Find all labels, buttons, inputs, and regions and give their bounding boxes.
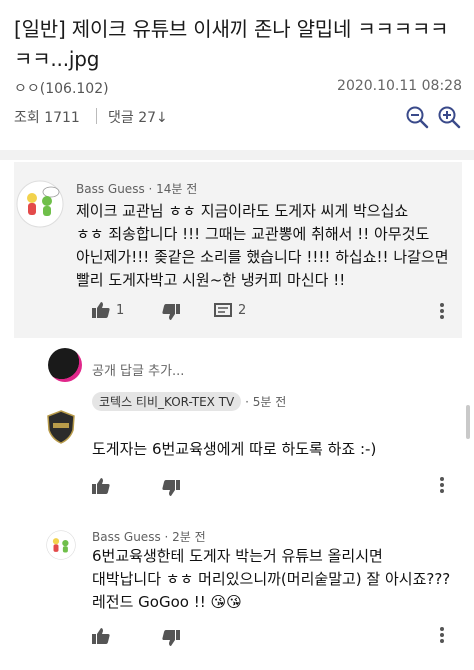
more-options-icon[interactable] — [439, 302, 445, 320]
comment-line: 6번교육생한테 도게자 박는거 유튜브 올리시면 — [92, 547, 383, 565]
comment-line: ㅎㅎ 죄송합니다 !!! 그때는 교관뽕에 취해서 !! 아무것도 — [76, 225, 430, 243]
comment-3: Bass Guess · 2분 전 6번교육생한테 도게자 박는거 유튜브 올리… — [0, 0, 474, 646]
comment-author[interactable]: Bass Guess — [76, 182, 145, 196]
thumbs-down-icon[interactable] — [162, 630, 180, 646]
thumbs-up-icon[interactable] — [92, 628, 110, 644]
like-count: 1 — [116, 303, 125, 318]
thumbs-up-icon[interactable] — [92, 302, 110, 318]
thumbs-down-icon[interactable] — [162, 304, 180, 320]
comment-line: 빨리 도게자박고 시원~한 냉커피 마신다 !! — [76, 271, 346, 289]
comment-2-text: 도게자는 6번교육생에게 따로 하도록 하죠 :-) — [92, 440, 377, 458]
channel-shield-icon[interactable] — [46, 410, 76, 444]
scrollbar-thumb[interactable] — [466, 405, 470, 439]
user-avatar — [48, 348, 82, 382]
reply-icon[interactable] — [214, 303, 232, 319]
comment-author[interactable]: Bass Guess — [92, 530, 161, 544]
comment-3-meta: Bass Guess · 2분 전 — [92, 530, 206, 544]
comment-time: 14분 전 — [156, 182, 198, 196]
comment-time: 5분 전 — [252, 395, 287, 409]
comment-line: 대박납니다 ㅎㅎ 머리있으니까(머리숱말고) 잘 아시죠??? — [92, 570, 451, 588]
comment-time: 2분 전 — [172, 530, 206, 544]
more-options-icon[interactable] — [439, 476, 445, 494]
more-options-icon[interactable] — [439, 626, 445, 644]
cartoon-avatar-icon[interactable] — [46, 530, 76, 560]
comment-3-text: 6번교육생한테 도게자 박는거 유튜브 올리시면 대박납니다 ㅎㅎ 머리있으니까… — [92, 545, 472, 614]
comment-line: 레전드 GoGoo !! 😘😘 — [92, 593, 242, 611]
cartoon-avatar-icon[interactable] — [16, 180, 64, 228]
comment-1-text: 제이크 교관님 ㅎㅎ 지금이라도 도게자 씨게 박으십쇼 ㅎㅎ 죄송합니다 !!… — [76, 200, 456, 292]
channel-badge[interactable]: 코텍스 티비_KOR-TEX TV — [92, 392, 242, 411]
comment-1-meta: Bass Guess · 14분 전 — [76, 182, 198, 196]
thumbs-up-icon[interactable] — [92, 478, 110, 494]
comment-2-meta: 코텍스 티비_KOR-TEX TV · 5분 전 — [92, 392, 286, 411]
comment-line: 아닌제가!!! 좆같은 소리를 했습니다 !!!! 하십쇼!! 나갈으면 — [76, 248, 449, 266]
comment-line: 제이크 교관님 ㅎㅎ 지금이라도 도게자 씨게 박으십쇼 — [76, 202, 409, 220]
reply-count[interactable]: 2 — [238, 303, 246, 318]
add-reply-input[interactable]: 공개 답글 추가... — [92, 360, 184, 379]
comment-1: Bass Guess · 14분 전 제이크 교관님 ㅎㅎ 지금이라도 도게자 … — [0, 0, 474, 340]
thumbs-down-icon[interactable] — [162, 480, 180, 496]
